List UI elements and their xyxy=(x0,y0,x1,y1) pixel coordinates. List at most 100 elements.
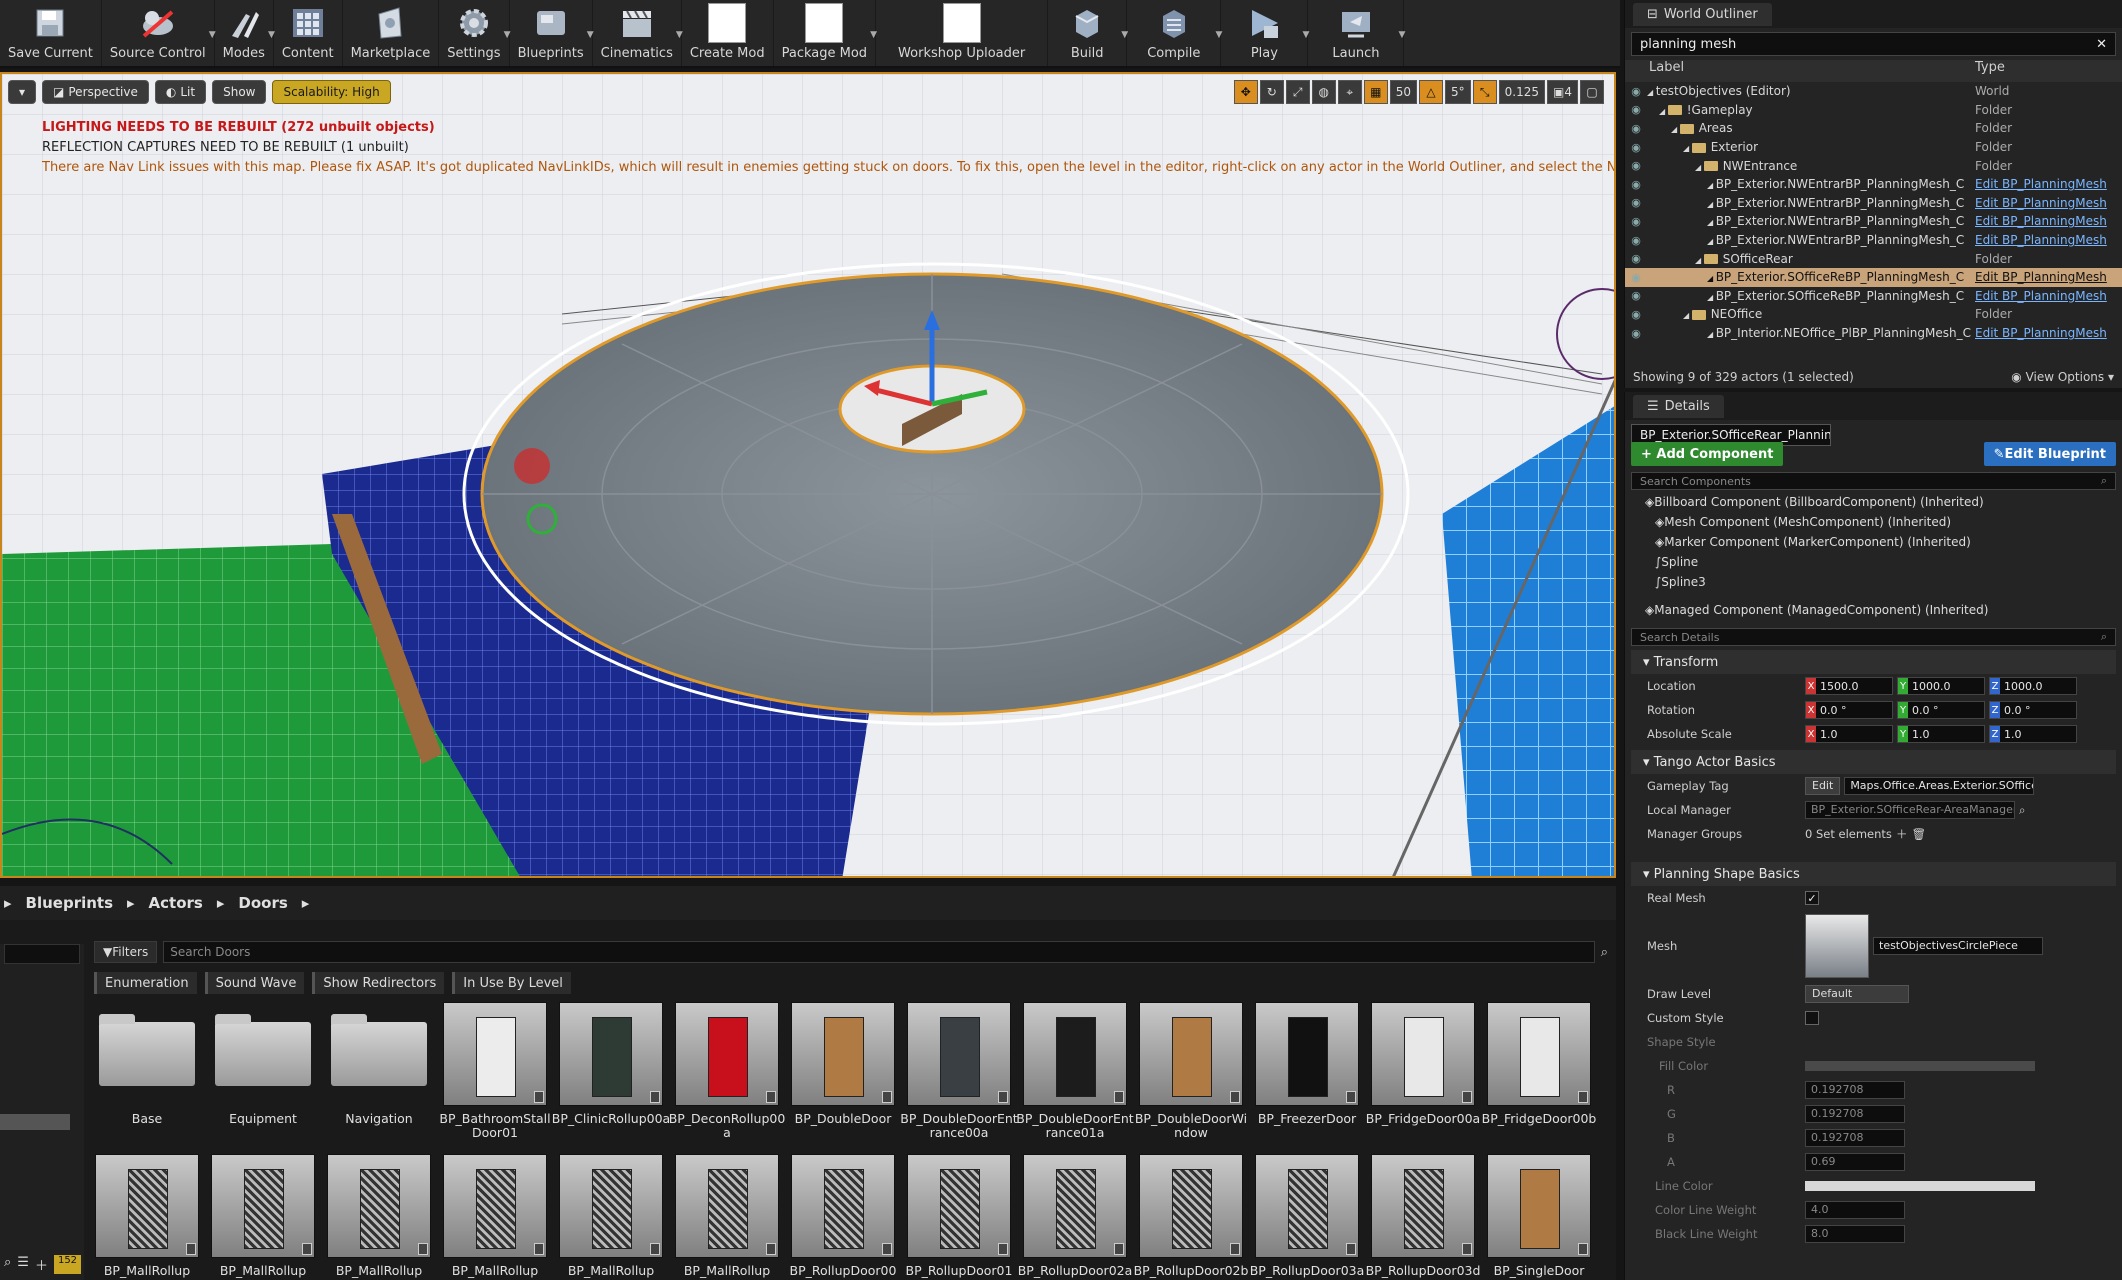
planning-shape-section[interactable]: ▾ Planning Shape Basics xyxy=(1631,862,2116,886)
type-column[interactable]: Type xyxy=(1975,60,2005,82)
fill-b-field[interactable]: 0.192708 xyxy=(1805,1129,1905,1147)
component-item[interactable]: ◈ Mesh Component (MeshComponent) (Inheri… xyxy=(1631,512,2116,532)
folder-item[interactable]: Equipment xyxy=(210,1002,316,1154)
edit-blueprint-link[interactable]: Edit BP_PlanningMesh xyxy=(1975,289,2107,303)
eye-icon[interactable]: ◉ xyxy=(1625,85,1647,98)
perspective-button[interactable]: ◪ Perspective xyxy=(42,80,149,104)
asset-tile[interactable]: BP_MallRollup xyxy=(326,1154,432,1280)
launch-button[interactable]: Launch ▼ xyxy=(1308,0,1406,66)
asset-tile[interactable]: BP_MallRollup xyxy=(210,1154,316,1280)
edit-blueprint-link[interactable]: Edit BP_PlanningMesh xyxy=(1975,270,2107,284)
scalability-button[interactable]: Scalability: High xyxy=(272,80,391,104)
rotation-y-field[interactable]: Y 0.0 ° xyxy=(1897,701,1985,719)
scale-x-field[interactable]: X 1.0 xyxy=(1805,725,1893,743)
edit-blueprint-link[interactable]: Edit BP_PlanningMesh xyxy=(1975,196,2107,210)
outliner-row[interactable]: ◉ ◢ BP_Exterior.SOfficeReBP_PlanningMesh_… xyxy=(1625,267,2122,287)
asset-tile[interactable]: BP_DoubleDoorEntrance01a xyxy=(1016,1002,1134,1154)
component-item[interactable]: ◈ Managed Component (ManagedComponent) (… xyxy=(1631,600,2116,620)
expand-arrow-icon[interactable]: ◢ xyxy=(1695,256,1704,265)
edit-blueprint-button[interactable]: ✎ Edit Blueprint xyxy=(1983,442,2116,466)
outliner-row[interactable]: ◉ ◢ Areas Folder xyxy=(1625,119,2122,138)
expand-arrow-icon[interactable]: ◢ xyxy=(1707,181,1716,190)
outliner-row[interactable]: ◉ ◢ !Gameplay Folder xyxy=(1625,101,2122,120)
expand-arrow-icon[interactable]: ◢ xyxy=(1683,144,1692,153)
asset-tile[interactable]: BP_DoubleDoorWindow xyxy=(1135,1002,1247,1154)
eye-icon[interactable]: ◉ xyxy=(1625,122,1647,135)
outliner-row[interactable]: ◉ ◢ BP_Exterior.NWEntrarBP_PlanningMesh_C… xyxy=(1625,194,2122,213)
breadcrumb-blueprints[interactable]: Blueprints xyxy=(26,894,113,912)
edit-tag-button[interactable]: Edit xyxy=(1805,777,1841,795)
expand-arrow-icon[interactable]: ◢ xyxy=(1695,163,1704,172)
translate-icon[interactable]: ✥ xyxy=(1233,80,1258,104)
folder-item[interactable]: Navigation xyxy=(326,1002,432,1154)
add-component-button[interactable]: + Add Component xyxy=(1631,442,1784,466)
show-button[interactable]: Show xyxy=(212,80,267,104)
fill-a-field[interactable]: 0.69 xyxy=(1805,1153,1905,1171)
trash-icon[interactable]: 🗑 xyxy=(1911,827,1926,841)
lit-button[interactable]: ◐ Lit xyxy=(154,80,207,104)
content-button[interactable]: Content xyxy=(274,0,343,66)
asset-tile[interactable]: BP_RollupDoor03a xyxy=(1250,1154,1364,1280)
custom-style-checkbox[interactable] xyxy=(1805,1011,1819,1025)
asset-tile[interactable]: BP_FridgeDoor00a xyxy=(1366,1002,1480,1154)
expand-arrow-icon[interactable]: ◢ xyxy=(1647,88,1656,97)
level-viewport[interactable]: ▾ ◪ Perspective ◐ Lit Show Scalability: Hi… xyxy=(0,72,1616,878)
eye-icon[interactable]: ◉ xyxy=(1625,289,1647,302)
filters-button[interactable]: ▼ Filters xyxy=(94,941,158,963)
eye-icon[interactable]: ◉ xyxy=(1625,252,1647,265)
world-space-icon[interactable]: ◍ xyxy=(1311,80,1336,104)
asset-tile[interactable]: BP_DeconRollup00a xyxy=(669,1002,785,1154)
outliner-row[interactable]: ◉ ◢ BP_Exterior.NWEntrarBP_PlanningMesh_C… xyxy=(1625,175,2122,194)
eye-icon[interactable]: ◉ xyxy=(1625,196,1647,209)
filter-chip[interactable]: Enumeration xyxy=(94,972,197,994)
outliner-row[interactable]: ◉ ◢ BP_Exterior.NWEntrarBP_PlanningMesh_C… xyxy=(1625,212,2122,231)
expand-arrow-icon[interactable]: ◢ xyxy=(1707,330,1716,339)
grid-snap-value[interactable]: 50 xyxy=(1389,80,1418,104)
scale-snap-value[interactable]: 0.125 xyxy=(1498,80,1546,104)
outliner-row[interactable]: ◉ ◢ NWEntrance Folder xyxy=(1625,156,2122,175)
black-line-weight-field[interactable]: 8.0 xyxy=(1805,1225,1905,1243)
modes-button[interactable]: Modes ▼ xyxy=(215,0,275,66)
chevron-down-icon[interactable]: ▼ xyxy=(1399,30,1406,40)
component-item[interactable]: ∫ Spline xyxy=(1631,552,2116,572)
eye-icon[interactable]: ◉ xyxy=(1625,308,1647,321)
eye-icon[interactable]: ◉ xyxy=(1625,215,1647,228)
camera-speed-button[interactable]: ▣ 4 xyxy=(1547,80,1578,104)
eye-icon[interactable]: ◉ xyxy=(1625,159,1647,172)
asset-tile[interactable]: BP_MallRollup xyxy=(94,1154,200,1280)
asset-tile[interactable]: BP_FridgeDoor00b xyxy=(1482,1002,1596,1154)
search-icon[interactable]: ⌕ xyxy=(2019,803,2025,818)
asset-tile[interactable]: BP_DoubleDoorEntrance00a xyxy=(900,1002,1018,1154)
add-icon[interactable]: ＋ xyxy=(35,1255,48,1274)
asset-tile[interactable]: BP_SingleDoor xyxy=(1486,1154,1592,1280)
filter-chip[interactable]: Show Redirectors xyxy=(312,972,445,994)
list-icon[interactable]: ☰ xyxy=(17,1255,29,1274)
edit-blueprint-link[interactable]: Edit BP_PlanningMesh xyxy=(1975,214,2107,228)
asset-tile[interactable]: BP_RollupDoor03d xyxy=(1366,1154,1480,1280)
folder-tree-selection[interactable] xyxy=(0,1114,70,1130)
workshop-uploader-button[interactable]: Workshop Uploader xyxy=(876,0,1049,66)
scale-icon[interactable]: ⤢ xyxy=(1285,80,1310,104)
expand-arrow-icon[interactable]: ◢ xyxy=(1671,125,1680,134)
asset-tile[interactable]: BP_MallRollup xyxy=(442,1154,548,1280)
rotation-snap-icon[interactable]: △ xyxy=(1419,80,1444,104)
tango-section[interactable]: ▾ Tango Actor Basics xyxy=(1631,750,2116,774)
component-item[interactable]: ◈ Marker Component (MarkerComponent) (In… xyxy=(1631,532,2116,552)
marketplace-button[interactable]: Marketplace xyxy=(343,0,440,66)
outliner-row[interactable]: ◉ ◢ Exterior Folder xyxy=(1625,138,2122,157)
filter-chip[interactable]: Sound Wave xyxy=(204,972,305,994)
asset-tile[interactable]: BP_RollupDoor02b xyxy=(1134,1154,1248,1280)
outliner-row[interactable]: ◉ ◢ NEOffice Folder xyxy=(1625,305,2122,324)
mesh-picker[interactable]: testObjectivesCirclePiece xyxy=(1873,937,2043,955)
color-line-weight-field[interactable]: 4.0 xyxy=(1805,1201,1905,1219)
clear-icon[interactable]: ✕ xyxy=(2096,37,2107,52)
outliner-row[interactable]: ◉ ◢ SOfficeRear Folder xyxy=(1625,249,2122,268)
line-color-swatch[interactable] xyxy=(1805,1181,2035,1191)
outliner-row[interactable]: ◉ ◢ BP_Interior.NEOffice_PlBP_PlanningMes… xyxy=(1625,324,2122,343)
folder-search-input[interactable] xyxy=(4,944,80,964)
outliner-row[interactable]: ◉ ◢ testObjectives (Editor) World xyxy=(1625,82,2122,101)
compile-button[interactable]: Compile ▼ xyxy=(1127,0,1222,66)
tab-details[interactable]: ☰ Details xyxy=(1633,394,1724,418)
view-options-button[interactable]: ◉ View Options ▾ xyxy=(2011,370,2114,384)
source-control-button[interactable]: Source Control ▼ xyxy=(102,0,216,66)
